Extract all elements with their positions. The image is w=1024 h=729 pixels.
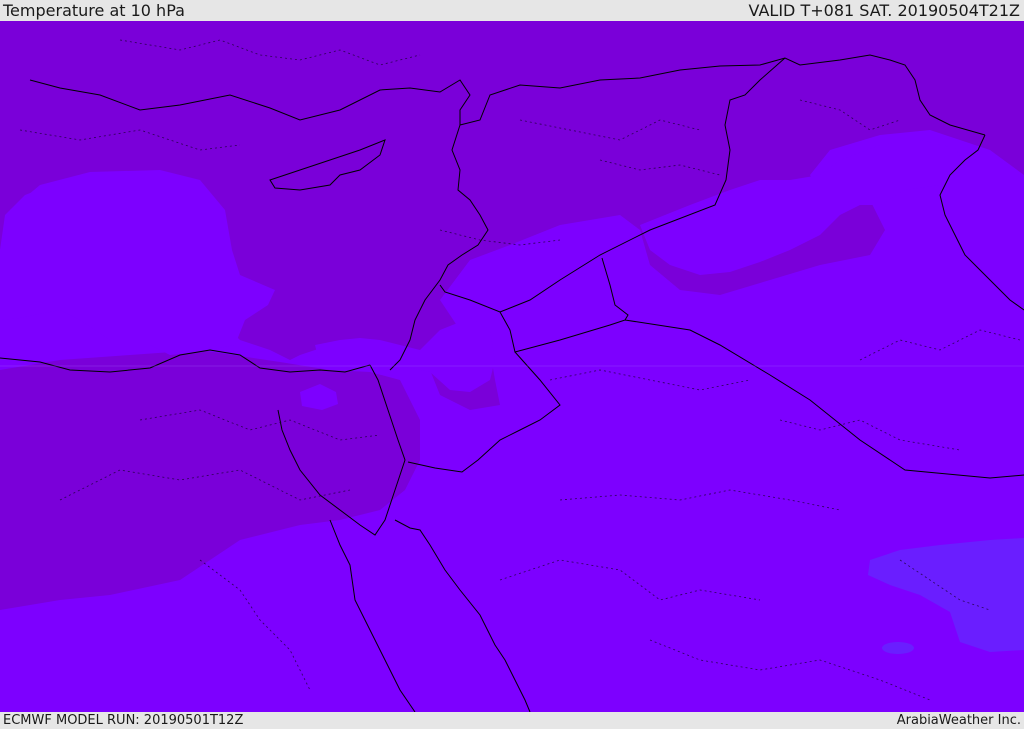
credit-label: ArabiaWeather Inc. bbox=[896, 713, 1021, 728]
valid-time-label: VALID T+081 SAT. 20190504T21Z bbox=[748, 1, 1020, 20]
temperature-patch-cold-small bbox=[882, 642, 914, 654]
map-footer: ECMWF MODEL RUN: 20190501T12Z ArabiaWeat… bbox=[0, 712, 1024, 729]
temperature-map bbox=[0, 21, 1024, 712]
model-run-label: ECMWF MODEL RUN: 20190501T12Z bbox=[3, 713, 244, 728]
map-title: Temperature at 10 hPa bbox=[3, 1, 185, 20]
map-header: Temperature at 10 hPa VALID T+081 SAT. 2… bbox=[0, 0, 1024, 21]
